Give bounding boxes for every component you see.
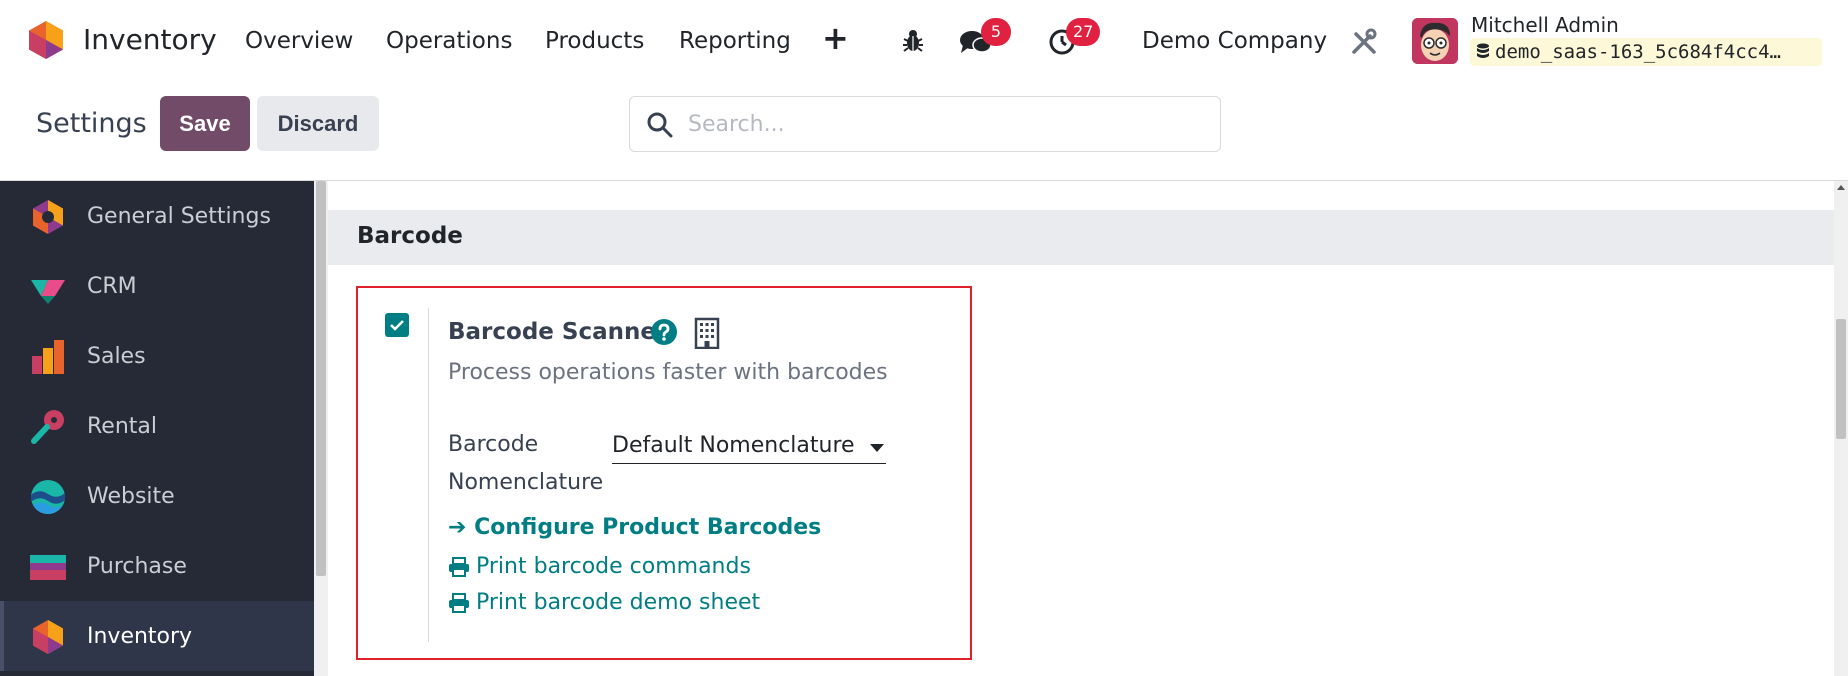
messages-count-badge: 5: [981, 18, 1011, 46]
user-avatar[interactable]: [1412, 18, 1458, 64]
sidebar-item-inventory[interactable]: Inventory: [0, 601, 314, 671]
menu-overview[interactable]: Overview: [245, 28, 353, 54]
plus-icon[interactable]: +: [822, 22, 849, 54]
chevron-down-icon: [870, 444, 884, 452]
sidebar-item-label: Website: [87, 483, 175, 509]
activities-count-badge: 27: [1066, 18, 1101, 46]
nomenclature-label: Barcode Nomenclature: [448, 426, 603, 502]
company-building-icon: [694, 317, 720, 349]
sidebar-item-purchase[interactable]: Purchase: [0, 531, 314, 601]
database-badge: demo_saas-163_5c684f4cc4…: [1470, 38, 1822, 66]
debug-tools-icon[interactable]: [1350, 28, 1378, 56]
menu-products[interactable]: Products: [545, 28, 644, 54]
section-title: Barcode: [357, 223, 463, 249]
print-barcode-demo-sheet-link[interactable]: Print barcode demo sheet: [448, 590, 760, 615]
configure-product-barcodes-link[interactable]: ➔ Configure Product Barcodes: [448, 515, 821, 540]
scroll-up-arrow-icon[interactable]: [1837, 185, 1845, 190]
sidebar-item-website[interactable]: Website: [0, 461, 314, 531]
section-header: Barcode: [328, 210, 1834, 265]
menu-reporting[interactable]: Reporting: [679, 28, 791, 54]
user-name[interactable]: Mitchell Admin: [1471, 13, 1619, 37]
sidebar-item-label: Sales: [87, 343, 146, 369]
printer-icon: [449, 556, 469, 577]
nomenclature-label-line2: Nomenclature: [448, 470, 604, 495]
rental-icon: [31, 410, 64, 444]
setting-description: Process operations faster with barcodes: [448, 360, 888, 385]
help-icon[interactable]: [650, 318, 678, 346]
barcode-scanner-checkbox[interactable]: [385, 313, 409, 337]
inventory-icon: [33, 620, 63, 654]
sidebar-scrollbar-thumb[interactable]: [316, 181, 326, 576]
sidebar-item-label: Rental: [87, 413, 157, 439]
sidebar-scrollbar[interactable]: [314, 181, 328, 676]
save-button[interactable]: Save: [160, 96, 250, 151]
discard-button[interactable]: Discard: [257, 96, 379, 151]
sidebar-item-label: Purchase: [87, 553, 187, 579]
nomenclature-select[interactable]: Default Nomenclature: [612, 428, 886, 464]
settings-content: Barcode Barcode Scanner Process operatio…: [328, 181, 1834, 676]
database-name: demo_saas-163_5c684f4cc4…: [1495, 41, 1781, 63]
company-switcher[interactable]: Demo Company: [1142, 28, 1327, 54]
print-barcode-commands-label: Print barcode commands: [476, 554, 751, 579]
database-icon: [1477, 43, 1489, 58]
website-icon: [31, 480, 65, 514]
print-barcode-demo-sheet-label: Print barcode demo sheet: [476, 590, 761, 615]
search-box[interactable]: [629, 96, 1221, 152]
app-title[interactable]: Inventory: [83, 23, 217, 56]
settings-sidebar: General Settings CRM Sales Rental Websit…: [0, 181, 314, 676]
search-input[interactable]: [688, 107, 1188, 141]
crm-icon: [31, 280, 65, 304]
print-barcode-commands-link[interactable]: Print barcode commands: [448, 554, 751, 579]
sidebar-item-label: CRM: [87, 273, 137, 299]
page-title: Settings: [36, 108, 147, 139]
sidebar-item-label: Inventory: [87, 623, 193, 649]
nomenclature-select-value: Default Nomenclature: [612, 433, 855, 458]
inventory-logo-icon[interactable]: [28, 20, 64, 60]
sidebar-item-crm[interactable]: CRM: [0, 251, 314, 321]
check-icon: [390, 320, 404, 331]
top-navbar: Inventory Overview Operations Products R…: [0, 0, 1848, 82]
purchase-icon: [30, 555, 66, 580]
menu-operations[interactable]: Operations: [386, 28, 512, 54]
barcode-scanner-setting: Barcode Scanner Process operations faste…: [356, 286, 972, 660]
printer-icon: [449, 592, 469, 613]
sidebar-item-rental[interactable]: Rental: [0, 391, 314, 461]
setting-divider: [428, 308, 429, 642]
setting-title: Barcode Scanner: [448, 319, 668, 345]
sidebar-item-label: General Settings: [87, 203, 271, 229]
content-scrollbar[interactable]: [1834, 181, 1848, 676]
sidebar-item-sales[interactable]: Sales: [0, 321, 314, 391]
nomenclature-label-line1: Barcode: [448, 432, 539, 457]
content-scrollbar-thumb[interactable]: [1836, 319, 1846, 439]
sidebar-item-general-settings[interactable]: General Settings: [0, 181, 314, 251]
general-settings-icon: [33, 200, 63, 234]
sales-icon: [32, 340, 64, 374]
bug-icon[interactable]: [902, 29, 924, 53]
search-icon: [647, 112, 673, 138]
